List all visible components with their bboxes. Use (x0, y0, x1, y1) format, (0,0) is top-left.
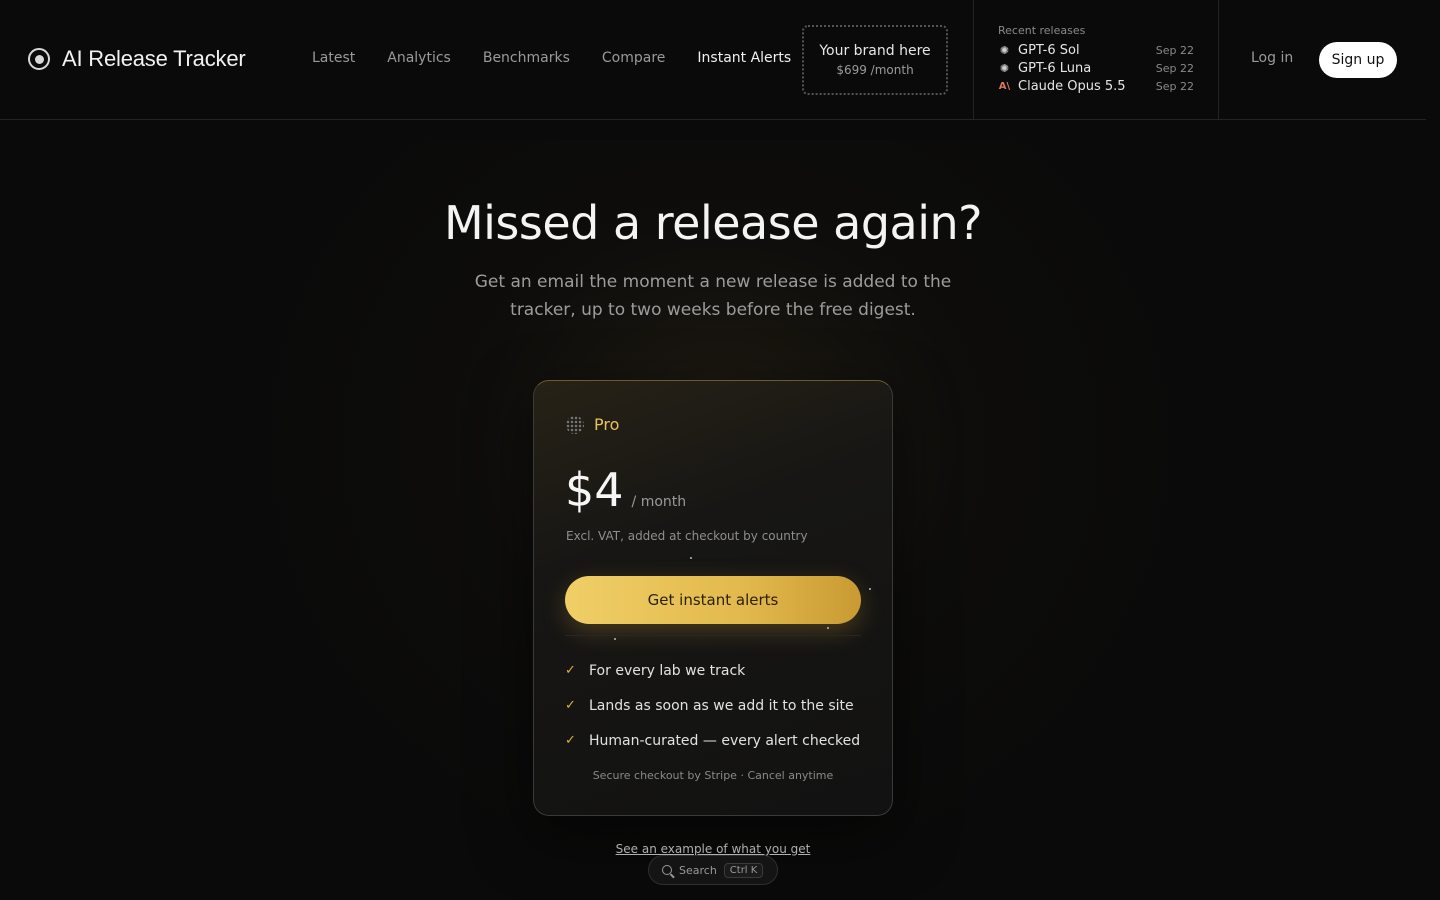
plan-period: / month (631, 494, 687, 510)
recent-releases-heading: Recent releases (998, 24, 1086, 37)
list-item: ✓ Lands as soon as we add it to the site (565, 688, 860, 723)
recent-releases-panel: Recent releases ✺ GPT-6 Sol Sep 22 ✺ GPT… (973, 0, 1219, 120)
search-label: Search (679, 863, 717, 877)
release-date: Sep 22 (1155, 61, 1194, 75)
brand-name: AI Release Tracker (62, 46, 246, 71)
list-item: ✓ For every lab we track (565, 653, 860, 688)
openai-icon: ✺ (999, 43, 1010, 57)
release-name: GPT-6 Sol (1018, 42, 1080, 58)
release-date: Sep 22 (1155, 79, 1194, 93)
release-name: GPT-6 Luna (1018, 60, 1092, 76)
dotted-sphere-icon (566, 415, 584, 434)
check-icon: ✓ (565, 663, 576, 678)
release-item[interactable]: A\ Claude Opus 5.5 Sep 22 (998, 77, 1194, 95)
sparkle-dot (690, 557, 692, 559)
target-circle-icon (28, 48, 50, 70)
main-nav: Latest Analytics Benchmarks Compare Inst… (312, 50, 791, 66)
secure-checkout-note: Secure checkout by Stripe · Cancel anyti… (592, 769, 834, 782)
sparkle-dot (614, 638, 616, 640)
keyboard-shortcut: Ctrl K (723, 862, 764, 878)
release-item[interactable]: ✺ GPT-6 Sol Sep 22 (998, 41, 1194, 59)
vat-note: Excl. VAT, added at checkout by country (566, 529, 808, 543)
price-row: $4 / month (565, 463, 686, 517)
hero-title: Missed a release again? (443, 196, 983, 250)
plan-name: Pro (594, 415, 620, 434)
pricing-card: Pro $4 / month Excl. VAT, added at check… (533, 380, 893, 816)
nav-instant-alerts[interactable]: Instant Alerts (697, 50, 791, 66)
feature-text: Human-curated — every alert checked (589, 732, 861, 749)
hero-subtitle: Get an email the moment a new release is… (474, 272, 952, 320)
anthropic-icon: A\ (998, 80, 1011, 92)
release-date: Sep 22 (1155, 43, 1194, 57)
signup-button[interactable]: Sign up (1319, 42, 1397, 78)
search-icon (662, 865, 672, 875)
brand-logo[interactable]: AI Release Tracker (28, 46, 246, 72)
sparkle-dot (869, 588, 871, 590)
plan-price: $4 (565, 463, 624, 517)
openai-icon: ✺ (999, 61, 1010, 75)
nav-compare[interactable]: Compare (602, 50, 666, 66)
sparkle-dot (827, 627, 829, 629)
plan-header: Pro (566, 415, 619, 434)
list-item: ✓ Human-curated — every alert checked (565, 723, 860, 758)
check-icon: ✓ (565, 733, 576, 748)
site-header: AI Release Tracker Latest Analytics Benc… (0, 0, 1426, 120)
sponsor-title: Your brand here (819, 43, 931, 59)
divider (565, 635, 861, 636)
feature-text: Lands as soon as we add it to the site (589, 697, 854, 714)
get-instant-alerts-button[interactable]: Get instant alerts (565, 576, 861, 624)
nav-benchmarks[interactable]: Benchmarks (483, 50, 570, 66)
login-link[interactable]: Log in (1251, 50, 1293, 66)
nav-analytics[interactable]: Analytics (387, 50, 451, 66)
sponsor-price: $699 /month (836, 63, 914, 77)
nav-latest[interactable]: Latest (312, 50, 355, 66)
release-name: Claude Opus 5.5 (1018, 78, 1126, 94)
check-icon: ✓ (565, 698, 576, 713)
feature-text: For every lab we track (589, 662, 746, 679)
search-bar[interactable]: Search Ctrl K (648, 855, 778, 885)
example-link[interactable]: See an example of what you get (0, 842, 1426, 856)
feature-list: ✓ For every lab we track ✓ Lands as soon… (565, 653, 860, 758)
release-item[interactable]: ✺ GPT-6 Luna Sep 22 (998, 59, 1194, 77)
sponsor-slot[interactable]: Your brand here $699 /month (802, 25, 948, 95)
